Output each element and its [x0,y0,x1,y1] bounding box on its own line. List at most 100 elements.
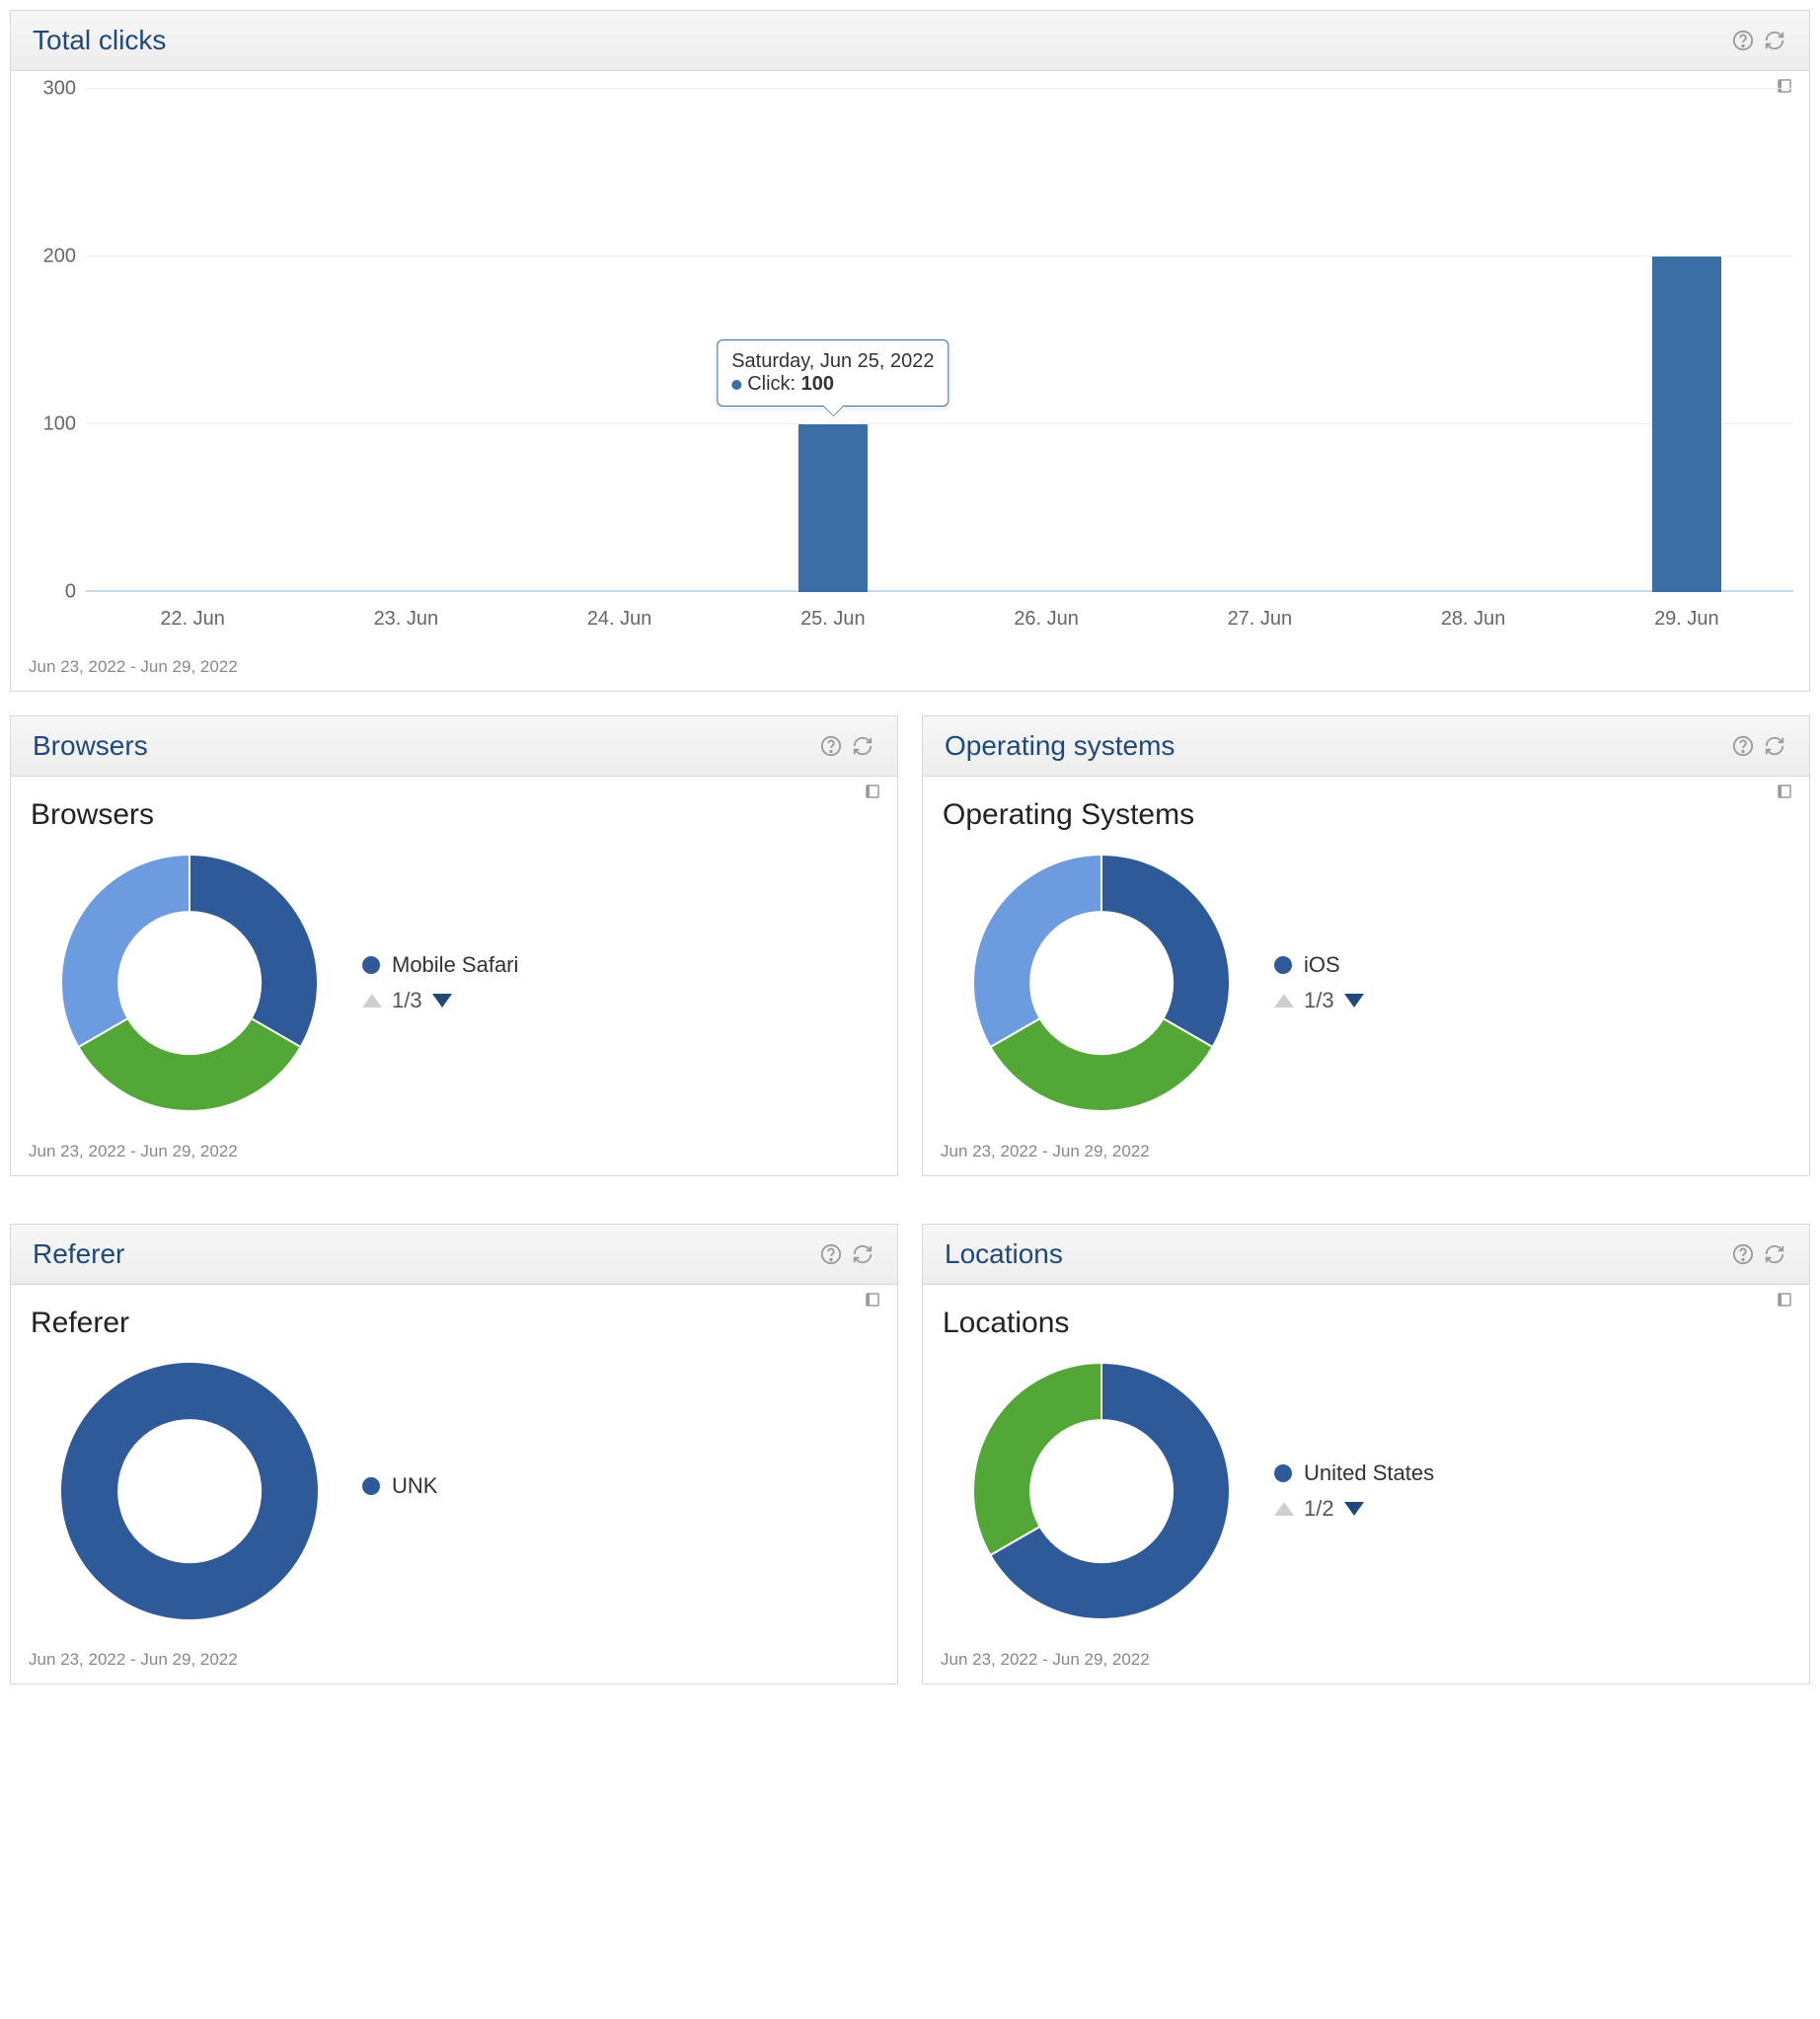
pager-prev-icon[interactable] [1274,994,1294,1008]
panel-title: Referer [33,1238,124,1270]
x-label: 24. Jun [513,598,726,641]
x-label: 28. Jun [1367,598,1580,641]
x-label: 27. Jun [1153,598,1366,641]
refresh-icon[interactable] [1762,1241,1787,1267]
legend-pager: 1/3 [362,988,518,1013]
legend: Mobile Safari 1/3 [362,952,518,1013]
donut-chart: Mobile Safari 1/3 [27,840,881,1126]
panel-body: Operating Systems iOS 1/3 [923,777,1809,1136]
plot-area: Saturday, Jun 25, 2022Click: 100 [86,89,1793,592]
bar-slot [1580,89,1793,592]
panel-actions [818,1241,875,1267]
x-label: 22. Jun [86,598,299,641]
tooltip-date: Saturday, Jun 25, 2022 [731,350,934,373]
legend-pager: 1/3 [1274,988,1364,1013]
pager-next-icon[interactable] [1344,994,1364,1008]
bar-chart: 0100200300 Saturday, Jun 25, 2022Click: … [27,89,1793,641]
help-icon[interactable] [1730,1241,1756,1267]
legend: UNK [362,1473,437,1509]
help-icon[interactable] [818,733,844,759]
donut-hole [117,1419,262,1563]
panel-actions [1730,1241,1787,1267]
legend-pager: 1/2 [1274,1496,1434,1522]
y-axis: 0100200300 [27,89,84,592]
legend-item[interactable]: United States [1274,1460,1434,1486]
panel-total-clicks: Total clicks 0100200300 Saturday, Jun 25… [10,10,1810,692]
legend-label: iOS [1304,952,1340,978]
pager-text: 1/3 [392,988,422,1013]
legend-item[interactable]: Mobile Safari [362,952,518,978]
bar-slot [513,89,726,592]
donut-chart: UNK [27,1348,881,1634]
pager-prev-icon[interactable] [362,994,382,1008]
panel-locations: Locations Locations United States 1/2 Jun 23… [922,1224,1810,1684]
refresh-icon[interactable] [1762,733,1787,759]
x-axis: 22. Jun23. Jun24. Jun25. Jun26. Jun27. J… [86,598,1793,641]
panel-body: Locations United States 1/2 [923,1285,1809,1644]
date-range: Jun 23, 2022 - Jun 29, 2022 [923,1644,1809,1683]
tooltip-value: Click: 100 [731,373,934,396]
help-icon[interactable] [1730,733,1756,759]
donut-hole [117,911,262,1055]
panel-body: BrowsersMobile Safari1/3 [11,777,897,1136]
y-tick: 100 [43,413,76,436]
donut [968,1358,1235,1624]
legend-dot-icon [362,956,380,974]
pager-next-icon[interactable] [1344,1502,1364,1516]
x-label: 23. Jun [299,598,512,641]
help-icon[interactable] [1730,28,1756,53]
bar[interactable] [1652,257,1721,592]
date-range: Jun 23, 2022 - Jun 29, 2022 [11,651,1809,691]
donut-chart: iOS 1/3 [939,840,1793,1126]
help-icon[interactable] [818,1241,844,1267]
date-range: Jun 23, 2022 - Jun 29, 2022 [11,1136,897,1175]
pager-text: 1/3 [1304,988,1334,1013]
legend-dot-icon [1274,1464,1292,1482]
chart-title: Locations [943,1307,1793,1340]
pager-next-icon[interactable] [432,994,452,1008]
panel-header: Browsers [11,716,897,777]
chart-title: Referer [31,1307,881,1340]
bar[interactable] [798,424,868,592]
panel-referer: Referer Referer UNK Jun 23, 2022 - Jun 29, … [10,1224,898,1684]
export-icon[interactable] [1776,1291,1793,1309]
panel-body: Referer UNK [11,1285,897,1644]
panel-header: Total clicks [11,11,1809,71]
panel-grid: BrowsersBrowsersMobile Safari1/3Jun 23, … [10,715,1810,1708]
bar-slot [940,89,1153,592]
refresh-icon[interactable] [1762,28,1787,53]
export-icon[interactable] [864,783,881,800]
panel-title: Total clicks [33,25,166,56]
date-range: Jun 23, 2022 - Jun 29, 2022 [11,1644,897,1683]
donut [56,1358,323,1624]
legend-label: UNK [392,1473,437,1499]
panel-os: Operating systems Operating Systems iOS 1/3… [922,715,1810,1176]
chart-title: Operating Systems [943,798,1793,832]
pager-text: 1/2 [1304,1496,1334,1522]
panel-header: Locations [923,1225,1809,1285]
legend-dot-icon [1274,956,1292,974]
donut [56,850,323,1116]
donut-hole [1029,1419,1174,1563]
export-icon[interactable] [1776,783,1793,800]
export-icon[interactable] [864,1291,881,1309]
panel-header: Referer [11,1225,897,1285]
bar-slot [1367,89,1580,592]
legend-item[interactable]: UNK [362,1473,437,1499]
bar-slot [1153,89,1366,592]
pager-prev-icon[interactable] [1274,1502,1294,1516]
panel-title: Browsers [33,730,148,762]
panel-header: Operating systems [923,716,1809,777]
panel-browsers: BrowsersBrowsersMobile Safari1/3Jun 23, … [10,715,898,1176]
panel-title: Operating systems [945,730,1175,762]
refresh-icon[interactable] [850,733,875,759]
legend: iOS 1/3 [1274,952,1364,1013]
legend-item[interactable]: iOS [1274,952,1364,978]
legend-label: Mobile Safari [392,952,518,978]
refresh-icon[interactable] [850,1241,875,1267]
donut-hole [1029,911,1174,1055]
x-label: 29. Jun [1580,598,1793,641]
donut-chart: United States 1/2 [939,1348,1793,1634]
x-label: 26. Jun [940,598,1153,641]
panel-body: 0100200300 Saturday, Jun 25, 2022Click: … [11,71,1809,651]
